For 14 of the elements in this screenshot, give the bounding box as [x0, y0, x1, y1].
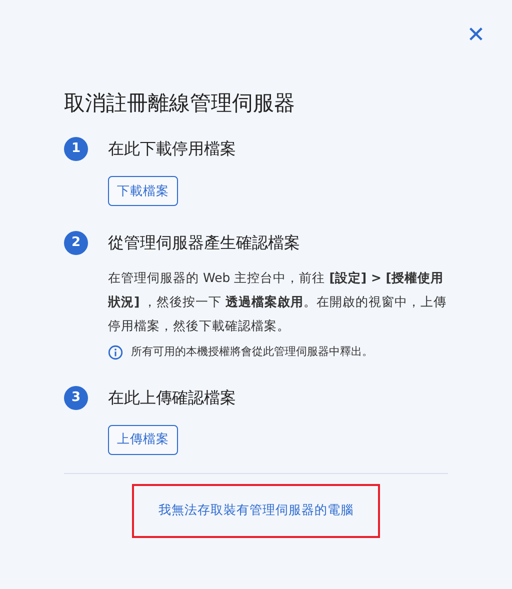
- step-number: 1: [64, 137, 88, 161]
- step-title: 在此上傳確認檔案: [108, 386, 237, 408]
- step-title: 從管理伺服器產生確認檔案: [108, 232, 301, 254]
- info-icon: [108, 344, 123, 360]
- close-button[interactable]: ✕: [462, 22, 490, 50]
- file-button[interactable]: 上傳檔案: [108, 424, 178, 454]
- step-number: 3: [64, 386, 88, 410]
- file-button[interactable]: 下載檔案: [108, 176, 178, 206]
- info-note: 所有可用的本機授權將會從此管理伺服器中釋出。: [131, 344, 373, 360]
- dialog-title: 取消註冊離線管理伺服器: [64, 90, 296, 117]
- cannot-access-link[interactable]: 我無法存取裝有管理伺服器的電腦: [158, 501, 354, 520]
- step-number: 2: [64, 231, 88, 255]
- step-title: 在此下載停用檔案: [108, 138, 237, 160]
- step-description: 在管理伺服器的 Web 主控台中，前往 [設定] > [授權使用狀況] ，然後按一下 透過檔案啟用。在開啟的視窗中，上傳停用檔案，然後下載確認檔案。: [108, 269, 448, 335]
